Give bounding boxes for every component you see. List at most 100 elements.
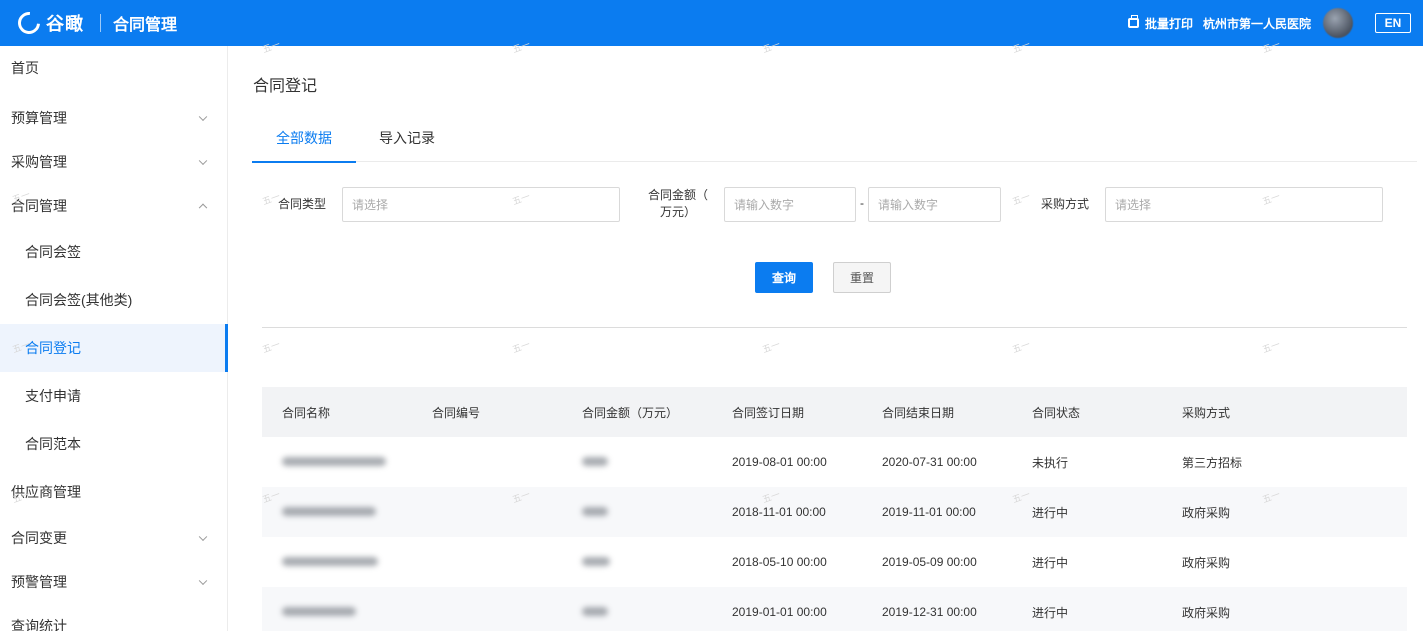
sign-date-cell: 2019-01-01 00:00 xyxy=(732,605,827,619)
procurement-method-cell: 政府采购 xyxy=(1182,505,1231,520)
sidebar-item-contract-change[interactable]: 合同变更 xyxy=(0,516,227,560)
sidebar-item-label: 查询统计 xyxy=(11,618,67,631)
column-header[interactable]: 合同编号 xyxy=(412,404,562,421)
sidebar-item-label: 采购管理 xyxy=(11,154,67,170)
sign-date-cell: 2018-11-01 00:00 xyxy=(732,505,826,519)
contract-type-select[interactable] xyxy=(342,187,620,222)
main-content: 合同登记 全部数据 导入记录 合同类型 合同金额（ 万元） - 采购方式 查询 … xyxy=(229,46,1423,631)
column-header[interactable]: 合同签订日期 xyxy=(712,404,862,421)
contract-amount-label: 合同金额（ 万元） xyxy=(643,187,713,221)
chevron-up-icon xyxy=(198,203,208,213)
sidebar-item-label: 合同范本 xyxy=(25,436,81,452)
chevron-down-icon xyxy=(198,112,208,122)
redacted-contract-name xyxy=(282,607,356,616)
sign-date-cell: 2019-08-01 00:00 xyxy=(732,455,827,469)
language-switch-button[interactable]: EN xyxy=(1375,13,1411,33)
organization-name: 杭州市第一人民医院 xyxy=(1202,16,1311,31)
sidebar-item-label: 合同会签(其他类) xyxy=(25,292,133,308)
sidebar-item-payment-request[interactable]: 支付申请 xyxy=(0,372,227,420)
contract-name-cell xyxy=(262,455,412,469)
column-header[interactable]: 合同名称 xyxy=(262,404,412,421)
sidebar-item-contract-countersign-other[interactable]: 合同会签(其他类) xyxy=(0,276,227,324)
contract-type-label: 合同类型 xyxy=(278,197,327,211)
end-date-cell: 2019-05-09 00:00 xyxy=(882,555,977,569)
app-logo[interactable]: 谷瞰 xyxy=(13,7,84,39)
sidebar-item-label: 支付申请 xyxy=(25,388,81,404)
status-cell: 进行中 xyxy=(1032,605,1069,620)
sidebar-item-label: 合同管理 xyxy=(11,198,67,214)
end-date-cell: 2019-11-01 00:00 xyxy=(882,505,976,519)
sidebar-item-label: 预警管理 xyxy=(11,574,67,590)
printer-icon xyxy=(1127,15,1139,28)
sidebar-item-statistics[interactable]: 查询统计 xyxy=(0,604,227,631)
end-date-cell: 2020-07-31 00:00 xyxy=(882,455,977,469)
top-bar: 谷瞰 合同管理 批量打印 杭州市第一人民医院 EN xyxy=(0,0,1423,46)
sidebar: 首页 预算管理 采购管理 合同管理 合同会签 合同会签(其他类) 合同登记 支付… xyxy=(0,46,228,631)
column-header[interactable]: 合同结束日期 xyxy=(862,404,1012,421)
page-title: 合同登记 xyxy=(253,78,318,95)
chevron-down-icon xyxy=(198,532,208,542)
column-header[interactable]: 采购方式 xyxy=(1162,404,1407,421)
sign-date-cell: 2018-05-10 00:00 xyxy=(732,555,827,569)
redacted-contract-name xyxy=(282,457,386,466)
redacted-amount xyxy=(582,507,608,516)
sidebar-item-procurement[interactable]: 采购管理 xyxy=(0,140,227,184)
contracts-table: 合同名称 合同编号 合同金额（万元） 合同签订日期 合同结束日期 合同状态 采购… xyxy=(262,387,1407,631)
batch-print-button[interactable]: 批量打印 xyxy=(1127,15,1193,32)
tab-all-data[interactable]: 全部数据 xyxy=(252,114,356,163)
range-dash: - xyxy=(860,196,864,210)
table-row[interactable]: 2018-05-10 00:00 2019-05-09 00:00 进行中 政府… xyxy=(262,537,1407,587)
redacted-contract-name xyxy=(282,507,376,516)
app-title: 合同管理 xyxy=(113,17,178,34)
sidebar-item-budget[interactable]: 预算管理 xyxy=(0,96,227,140)
header-actions: 批量打印 杭州市第一人民医院 EN xyxy=(1127,0,1423,46)
contract-amount-cell xyxy=(562,555,712,569)
chevron-down-icon xyxy=(198,576,208,586)
redacted-amount xyxy=(582,607,608,616)
table-row[interactable]: 2018-11-01 00:00 2019-11-01 00:00 进行中 政府… xyxy=(262,487,1407,537)
contract-name-cell xyxy=(262,505,412,519)
sidebar-item-label: 合同登记 xyxy=(25,340,81,356)
procurement-method-cell: 第三方招标 xyxy=(1182,455,1243,470)
table-row[interactable]: 2019-08-01 00:00 2020-07-31 00:00 未执行 第三… xyxy=(262,437,1407,487)
sidebar-item-supplier[interactable]: 供应商管理 xyxy=(0,468,227,516)
sidebar-item-contract-template[interactable]: 合同范本 xyxy=(0,420,227,468)
table-header: 合同名称 合同编号 合同金额（万元） 合同签订日期 合同结束日期 合同状态 采购… xyxy=(262,387,1407,437)
contract-amount-label-line2: 万元） xyxy=(659,205,696,219)
sidebar-item-warning[interactable]: 预警管理 xyxy=(0,560,227,604)
status-cell: 进行中 xyxy=(1032,555,1069,570)
status-cell: 未执行 xyxy=(1032,455,1069,470)
amount-min-input[interactable] xyxy=(724,187,856,222)
redacted-contract-name xyxy=(282,557,378,566)
sidebar-item-label: 合同会签 xyxy=(25,244,81,260)
chevron-down-icon xyxy=(198,156,208,166)
sidebar-item-label: 合同变更 xyxy=(11,530,67,546)
logo-icon xyxy=(13,7,45,39)
query-button[interactable]: 查询 xyxy=(755,262,813,293)
amount-max-input[interactable] xyxy=(868,187,1001,222)
user-avatar[interactable] xyxy=(1323,8,1353,38)
reset-button[interactable]: 重置 xyxy=(833,262,891,293)
procurement-method-select[interactable] xyxy=(1105,187,1383,222)
column-header[interactable]: 合同状态 xyxy=(1012,404,1162,421)
contract-amount-cell xyxy=(562,605,712,619)
sidebar-item-contract-countersign[interactable]: 合同会签 xyxy=(0,228,227,276)
contract-name-cell xyxy=(262,555,412,569)
contract-amount-label-line1: 合同金额（ xyxy=(647,188,708,202)
sidebar-item-label: 预算管理 xyxy=(11,110,67,126)
batch-print-label: 批量打印 xyxy=(1144,16,1193,31)
procurement-method-cell: 政府采购 xyxy=(1182,555,1231,570)
column-header[interactable]: 合同金额（万元） xyxy=(562,404,712,421)
divider xyxy=(262,327,1407,328)
redacted-amount xyxy=(582,457,608,466)
contract-name-cell xyxy=(262,605,412,619)
sidebar-item-contract-management[interactable]: 合同管理 xyxy=(0,184,227,228)
tab-bar: 全部数据 导入记录 xyxy=(252,114,1417,163)
sidebar-item-home[interactable]: 首页 xyxy=(0,46,227,90)
header-divider xyxy=(100,14,101,32)
table-row[interactable]: 2019-01-01 00:00 2019-12-31 00:00 进行中 政府… xyxy=(262,587,1407,631)
contract-amount-cell xyxy=(562,455,712,469)
sidebar-item-contract-registration[interactable]: 合同登记 xyxy=(0,324,228,372)
tab-import-records[interactable]: 导入记录 xyxy=(356,114,458,162)
status-cell: 进行中 xyxy=(1032,505,1069,520)
